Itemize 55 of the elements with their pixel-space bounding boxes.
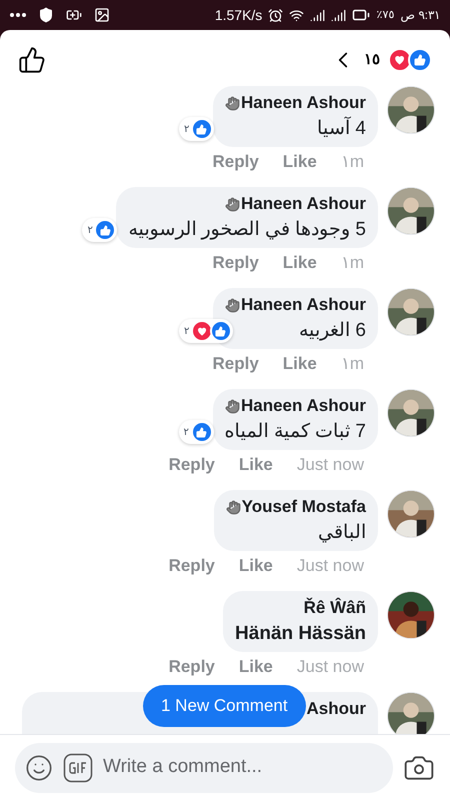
comment-action-link[interactable]: Reply [168, 553, 215, 579]
comment-action-link[interactable]: Reply [212, 250, 259, 276]
reaction-count: ٢ [184, 426, 189, 440]
reaction-count: ٢ [184, 122, 189, 136]
network-speed: 1.57K/s [214, 6, 262, 24]
emoji-icon[interactable] [25, 754, 53, 782]
comment-time: ١m [340, 252, 364, 274]
comment-text: الباقي [318, 521, 366, 545]
comment-author[interactable]: Yousef Mostafa [242, 495, 366, 519]
reaction-count: ٢ [184, 324, 189, 338]
comment-action-link[interactable]: Like [282, 149, 317, 175]
comment-action-link[interactable]: Like [238, 452, 273, 478]
clock: ٩:٣١ ص [400, 7, 440, 24]
like-button[interactable] [18, 46, 46, 74]
comment-time: Just now [296, 656, 364, 678]
comment-action-link[interactable]: Like [238, 553, 273, 579]
battery-level: ٪٧٥ [376, 8, 394, 23]
reaction-summary[interactable]: ٢ [178, 117, 214, 141]
comment-author[interactable]: Haneen Ashour [240, 192, 366, 216]
comment-author[interactable]: Haneen Ashour [240, 91, 366, 115]
comment-time: Just now [296, 454, 364, 476]
reaction-summary[interactable]: ٢ [178, 319, 233, 343]
comment-field[interactable]: Write a comment... [15, 742, 393, 792]
wifi-icon [289, 8, 304, 22]
comment-action-link[interactable]: Like [282, 351, 317, 377]
comment-action-link[interactable]: Like [238, 654, 273, 680]
more-icon [10, 13, 26, 17]
comment-author[interactable]: Ashour [306, 697, 366, 721]
image-icon [94, 7, 110, 23]
reaction-count: ١٥ [364, 50, 380, 70]
gif-icon[interactable] [63, 752, 93, 782]
comment-action-link[interactable]: Reply [168, 452, 215, 478]
comment-action-link[interactable]: Reply [212, 351, 259, 377]
comment-text: 4 آسيا [317, 116, 366, 141]
alarm-icon [268, 8, 284, 22]
new-comment-toast[interactable]: 1 New Comment [143, 685, 306, 727]
comment-action-link[interactable]: Like [282, 250, 317, 276]
comment-time: ١m [340, 353, 364, 376]
comment-action-link[interactable]: Reply [168, 654, 215, 680]
reaction-summary[interactable]: ٢ [178, 420, 214, 444]
comment-text: 6 الغربيه [299, 319, 366, 343]
comment-time: ١m [340, 151, 364, 174]
comment-text: 5 وجودها في الصخور الرسوبيه [128, 218, 366, 242]
comment-author[interactable]: Haneen Ashour [240, 293, 366, 317]
signal-icon [310, 8, 326, 22]
shield-icon [38, 7, 54, 23]
comment-action-link[interactable]: Reply [212, 149, 259, 175]
comment-author[interactable]: Řê Ŵâñ [304, 596, 366, 620]
comment-text: 7 ثبات كمية المياه [224, 420, 366, 444]
reaction-count: ٢ [87, 224, 92, 238]
comment-time: Just now [296, 555, 364, 578]
comment-author[interactable]: Haneen Ashour [240, 394, 366, 418]
reaction-summary[interactable]: ٢ [82, 218, 118, 242]
comment-text: Hänän Hässän [235, 622, 366, 646]
signal-icon [331, 8, 346, 22]
